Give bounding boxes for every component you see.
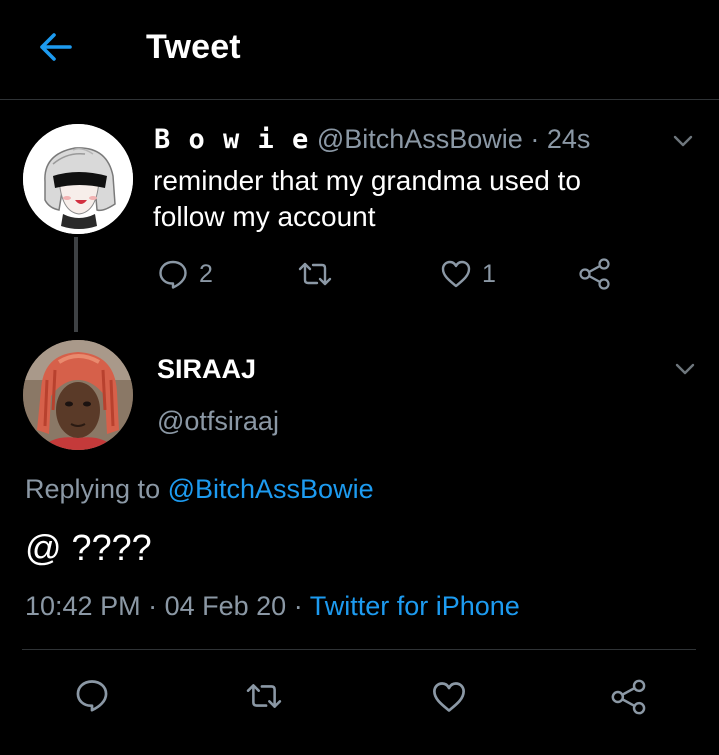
retweet-icon (246, 684, 282, 708)
tweet-date[interactable]: 04 Feb 20 (165, 591, 287, 621)
timestamp-separator: · (293, 591, 303, 621)
share-icon (579, 258, 610, 290)
retweet-icon (298, 262, 332, 286)
retweet-button[interactable] (244, 679, 284, 713)
top-bar: Tweet (0, 0, 719, 100)
like-button[interactable] (431, 679, 467, 715)
arrow-left-icon (40, 33, 72, 61)
divider (22, 649, 696, 650)
siraaj-avatar[interactable] (23, 340, 133, 450)
author-display-name[interactable]: SIRAAJ (157, 353, 256, 385)
parent-handle[interactable]: @BitchAssBowie (317, 124, 523, 154)
parent-share-button[interactable] (578, 257, 612, 291)
timestamp-separator: · (148, 591, 158, 621)
parent-tweet-meta: B o w i e @BitchAssBowie · 24s (154, 121, 590, 158)
back-button[interactable] (36, 27, 76, 67)
tweet-time[interactable]: 10:42 PM (25, 591, 141, 621)
parent-like-count: 1 (482, 259, 496, 288)
share-icon (611, 679, 646, 715)
parent-text-line: reminder that my grandma used to (153, 165, 581, 196)
bowie-avatar[interactable] (23, 124, 133, 234)
thread-connector-line (74, 237, 78, 332)
parent-retweet-button[interactable] (297, 258, 333, 290)
parent-tweet-text: reminder that my grandma used to follow … (153, 163, 581, 235)
parent-like-button[interactable]: 1 (440, 258, 496, 290)
meta-separator: · (530, 124, 540, 154)
parent-more-button[interactable] (670, 128, 696, 154)
chevron-down-icon (673, 135, 693, 147)
replying-to-handle[interactable]: @BitchAssBowie (168, 474, 374, 504)
page-title: Tweet (146, 28, 241, 66)
tweet-source-link[interactable]: Twitter for iPhone (310, 591, 520, 621)
reply-button[interactable] (74, 677, 110, 713)
tweet-timestamp-line: 10:42 PM · 04 Feb 20 · Twitter for iPhon… (25, 588, 520, 624)
reply-bubble-icon (76, 680, 108, 712)
heart-icon (433, 682, 465, 712)
heart-icon (441, 260, 471, 288)
parent-timestamp[interactable]: 24s (547, 124, 591, 154)
author-handle[interactable]: @otfsiraaj (157, 405, 279, 437)
reply-bubble-icon (159, 260, 187, 289)
parent-reply-button[interactable]: 2 (157, 258, 213, 290)
replying-to-label: Replying to (25, 474, 161, 504)
chevron-down-icon (675, 363, 695, 375)
main-more-button[interactable] (672, 356, 698, 382)
parent-reply-count: 2 (199, 259, 213, 288)
share-button[interactable] (610, 678, 648, 716)
parent-display-name[interactable]: B o w i e (154, 124, 309, 155)
main-tweet-text: @ ???? (25, 527, 152, 568)
parent-text-line: follow my account (153, 201, 376, 232)
replying-to-line: Replying to @BitchAssBowie (25, 472, 374, 506)
